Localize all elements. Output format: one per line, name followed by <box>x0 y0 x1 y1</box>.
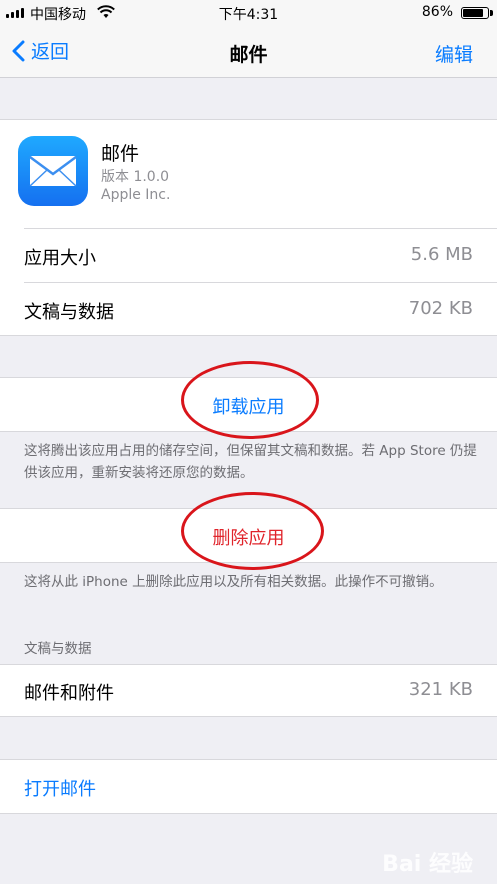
navigation-bar: 返回 邮件 编辑 <box>0 26 497 78</box>
open-mail-button[interactable]: 打开邮件 <box>24 775 96 801</box>
documents-data-label: 文稿与数据 <box>24 302 114 323</box>
battery-cap <box>490 10 493 16</box>
app-developer: Apple Inc. <box>101 187 171 203</box>
battery-level <box>463 9 483 17</box>
delete-note: 这将从此 iPhone 上删除此应用以及所有相关数据。此操作不可撤销。 <box>24 574 443 590</box>
app-version: 版本 1.0.0 <box>101 169 170 185</box>
documents-data-value: 702 KB <box>408 298 473 319</box>
status-bar: 中国移动 下午4:31 86% <box>0 0 497 26</box>
app-size-label: 应用大小 <box>24 248 96 269</box>
annotation-circle <box>181 361 319 439</box>
mail-attachments-label: 邮件和附件 <box>24 683 114 704</box>
page-title: 邮件 <box>229 44 268 66</box>
watermark: Bai 经验 <box>382 852 473 877</box>
app-name: 邮件 <box>101 143 140 165</box>
battery-icon <box>461 7 489 19</box>
offload-note: 这将腾出该应用占用的储存空间，但保留其文稿和数据。若 App Store 仍提供… <box>24 443 477 481</box>
annotation-circle <box>181 492 324 570</box>
separator <box>24 228 497 229</box>
section-header: 文稿与数据 <box>24 641 92 657</box>
edit-button[interactable]: 编辑 <box>435 40 473 67</box>
battery-percent: 86% <box>421 4 453 20</box>
mail-app-icon <box>18 136 88 206</box>
mail-attachments-value: 321 KB <box>408 679 473 700</box>
app-size-value: 5.6 MB <box>410 244 473 265</box>
separator <box>24 282 497 283</box>
